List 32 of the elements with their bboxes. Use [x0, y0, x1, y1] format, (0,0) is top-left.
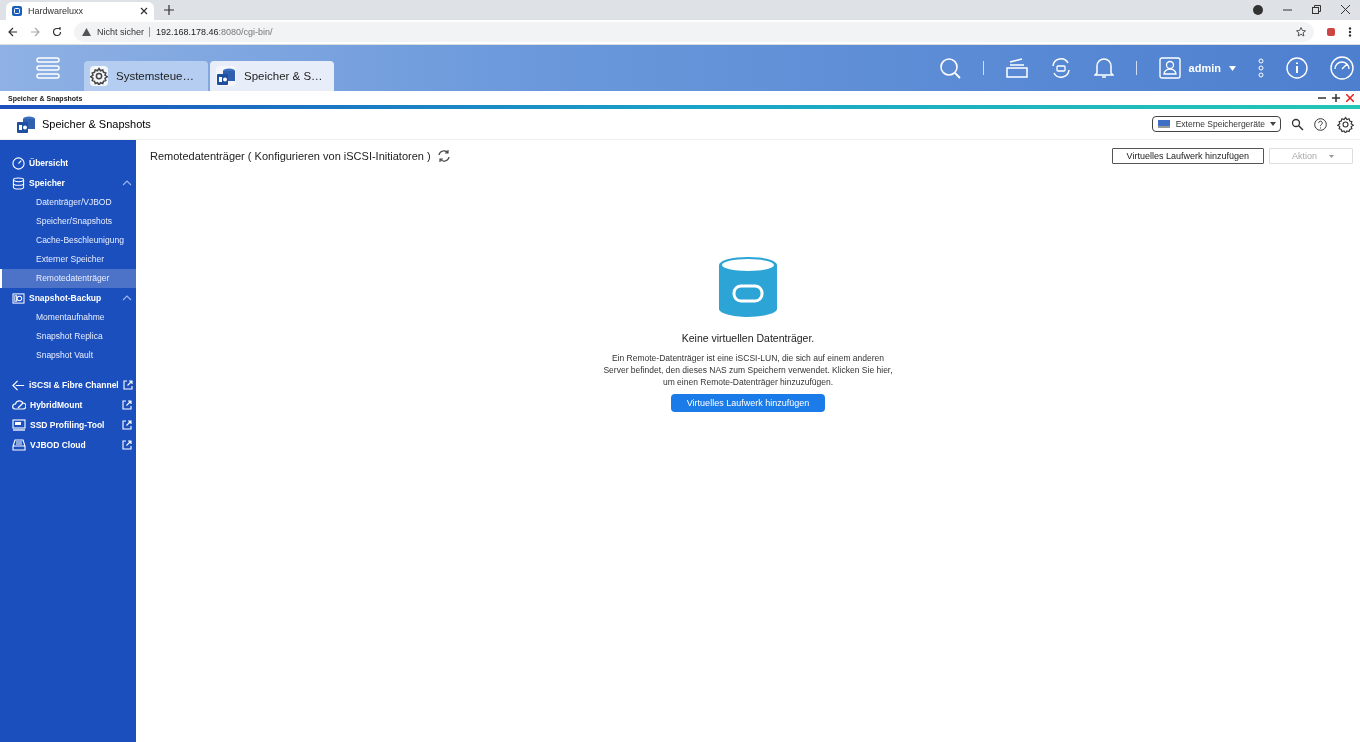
user-name[interactable]: admin — [1188, 62, 1221, 74]
sidebar-subitem[interactable]: Snapshot Replica — [0, 327, 136, 346]
sidebar-subitem[interactable]: Cache-Beschleunigung — [0, 231, 136, 250]
sidebar-item[interactable]: iSCSI & Fibre Channel — [0, 375, 136, 395]
add-drive-button[interactable]: Virtuelles Laufwerk hinzufügen — [670, 394, 826, 412]
sidebar-item[interactable]: Speicher — [0, 173, 136, 193]
app-tab[interactable]: Speicher & S… — [210, 61, 334, 91]
add-drive-button[interactable]: Virtuelles Laufwerk hinzufügen — [1111, 148, 1264, 164]
sidebar-item[interactable]: SSD Profiling-Tool — [0, 415, 136, 435]
address-bar[interactable]: Nicht sicher 192.168.178.46:8080/cgi-bin/ — [74, 22, 1314, 42]
tab-title: Hardwareluxx — [28, 6, 85, 16]
sidebar-subitem[interactable]: Momentaufnahme — [0, 308, 136, 327]
browser-tab[interactable]: Hardwareluxx — [6, 2, 154, 20]
tab-label: Speicher & S… — [244, 70, 323, 82]
sidebar-item[interactable]: VJBOD Cloud — [0, 435, 136, 455]
empty-heading: Keine virtuellen Datenträger. — [681, 332, 815, 344]
sidebar-subitem[interactable]: Speicher/Snapshots — [0, 212, 136, 231]
tab-label: Systemsteue… — [116, 70, 194, 82]
sidebar-item[interactable]: Übersicht — [0, 153, 136, 173]
page-title: Remotedatenträger ( Konfigurieren von iSCSI-Initiatoren ) — [150, 150, 431, 162]
url-text: 192.168.178.46:8080/cgi-bin/ — [156, 27, 273, 37]
sidebar-subitem[interactable]: Snapshot Vault — [0, 346, 136, 365]
security-label: Nicht sicher — [97, 27, 150, 37]
sidebar-subitem[interactable]: Externer Speicher — [0, 250, 136, 269]
sidebar-subitem[interactable]: Remotedatenträger — [0, 269, 136, 288]
app-title: Speicher & Snapshots — [42, 118, 151, 130]
app-tab[interactable]: Systemsteue… — [84, 61, 208, 91]
sidebar-item[interactable]: HybridMount — [0, 395, 136, 415]
sidebar-item[interactable]: Snapshot-Backup — [0, 288, 136, 308]
empty-description: Ein Remote-Datenträger ist eine iSCSI-LUN, die sich auf einem anderen Server befindet, den dieses NAS zum Speichern verwendet. Klicken Sie hier, um einen Remote-Datenträger hinzuzufügen. — [603, 352, 893, 388]
external-storage-dropdown[interactable]: Externe Speichergeräte — [1151, 116, 1281, 132]
sidebar-subitem[interactable]: Datenträger/VJBOD — [0, 193, 136, 212]
